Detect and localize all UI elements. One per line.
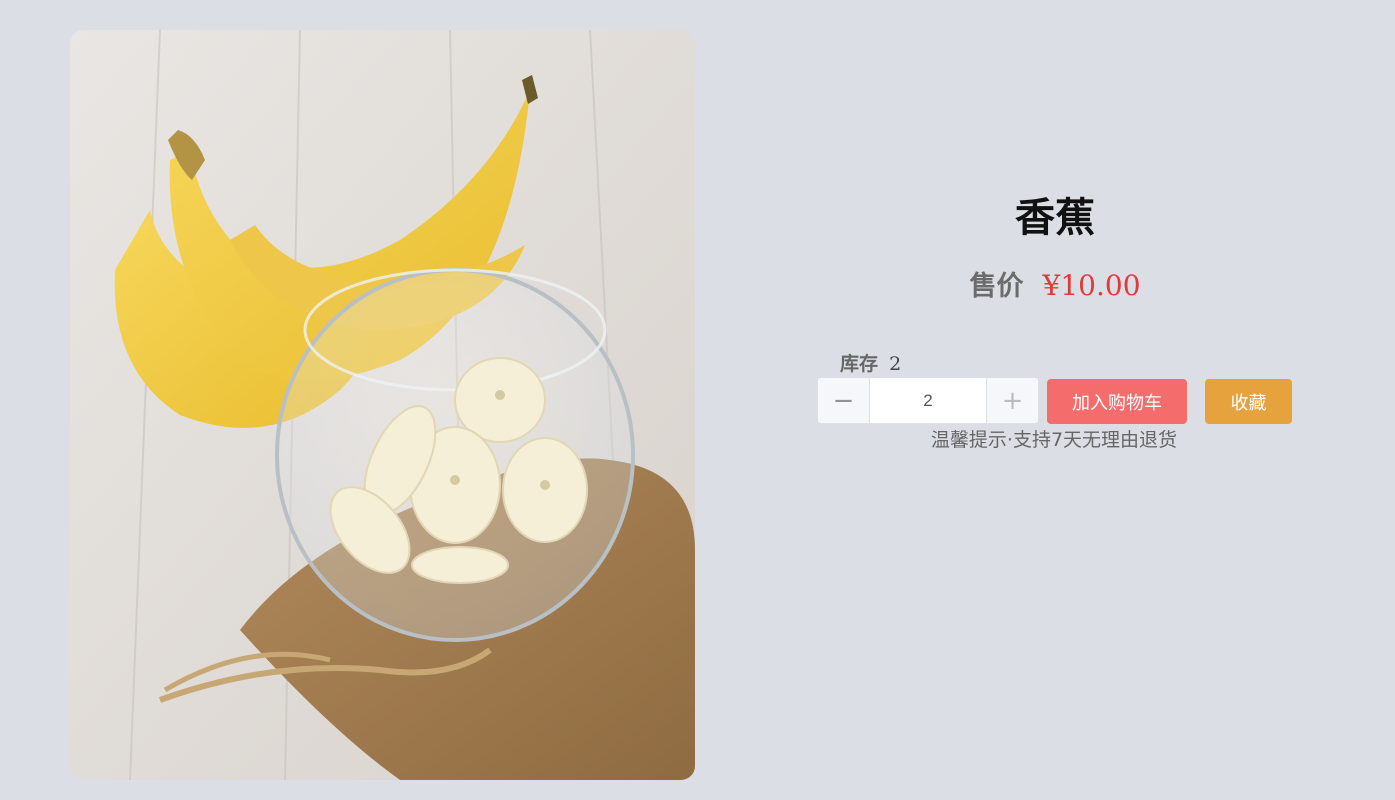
- price-row: 售价 ¥10.00: [969, 264, 1140, 312]
- stock-label: 库存: [840, 353, 879, 375]
- increase-quantity-button[interactable]: +: [986, 378, 1038, 423]
- return-policy-tip: 温馨提示·支持7天无理由退货: [930, 429, 1178, 451]
- quantity-input[interactable]: [870, 378, 986, 423]
- stock-value: 2: [889, 353, 902, 375]
- product-detail-page: 香蕉 售价 ¥10.00 库存 2 − + 加入购物车 收藏 温馨提示·支持7天…: [0, 0, 1395, 800]
- product-image: [70, 30, 695, 780]
- price-label: 售价: [969, 271, 1024, 302]
- add-to-cart-button[interactable]: 加入购物车: [1047, 379, 1187, 424]
- product-title: 香蕉: [1015, 195, 1095, 241]
- stock-row: 库存 2: [840, 350, 901, 379]
- decrease-quantity-button[interactable]: −: [818, 378, 870, 423]
- favorite-button[interactable]: 收藏: [1205, 379, 1292, 424]
- price-value: ¥10.00: [1042, 269, 1141, 302]
- quantity-stepper: − +: [817, 377, 1039, 424]
